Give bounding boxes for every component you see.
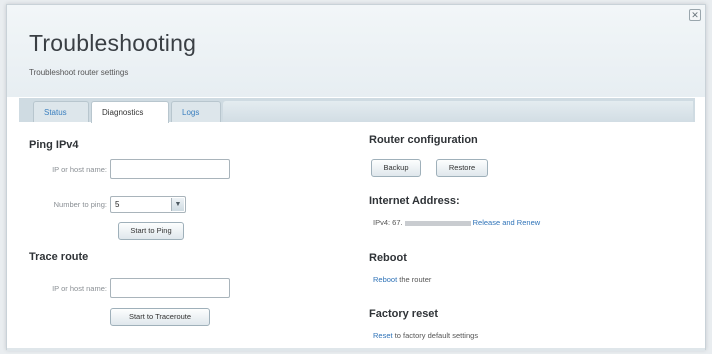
page-subtitle: Troubleshoot router settings: [29, 68, 129, 77]
ping-count-label: Number to ping:: [53, 200, 107, 209]
trace-host-input[interactable]: [110, 278, 230, 298]
start-traceroute-button[interactable]: Start to Traceroute: [110, 308, 210, 326]
reboot-line: Reboot the router: [373, 275, 431, 284]
tab-diagnostics[interactable]: Diagnostics: [91, 101, 169, 123]
start-ping-button[interactable]: Start to Ping: [118, 222, 184, 240]
tab-status[interactable]: Status: [33, 101, 89, 122]
ping-count-value: 5: [115, 200, 120, 209]
trace-host-label: IP or host name:: [52, 284, 107, 293]
trace-heading: Trace route: [29, 251, 89, 263]
release-renew-link[interactable]: Release and Renew: [473, 218, 541, 227]
redacted-ip-bar: [404, 220, 471, 226]
tab-bar: Status Diagnostics Logs: [19, 98, 695, 123]
internet-address-heading: Internet Address:: [369, 195, 460, 207]
factory-reset-heading: Factory reset: [369, 308, 439, 320]
ipv4-address-line: IPv4: 67. Release and Renew: [373, 218, 540, 227]
factory-reset-line: Reset to factory default settings: [373, 331, 478, 340]
diagnostics-panel: Ping IPv4 IP or host name: Number to pin…: [7, 122, 705, 351]
ping-host-input[interactable]: [110, 159, 230, 179]
ping-heading: Ping IPv4: [29, 139, 79, 151]
factory-reset-suffix: to factory default settings: [394, 331, 479, 340]
reboot-heading: Reboot: [369, 252, 407, 264]
restore-button[interactable]: Restore: [436, 159, 488, 177]
close-icon[interactable]: ✕: [689, 9, 701, 21]
bottom-divider: [7, 348, 705, 351]
ping-host-label: IP or host name:: [52, 165, 107, 174]
reboot-link[interactable]: Reboot: [373, 275, 397, 284]
chevron-down-icon[interactable]: ▼: [171, 198, 184, 211]
factory-reset-link[interactable]: Reset: [373, 331, 393, 340]
backup-button[interactable]: Backup: [371, 159, 421, 177]
ipv4-address-value: IPv4: 67.: [373, 218, 403, 227]
router-config-heading: Router configuration: [369, 134, 478, 146]
page-title: Troubleshooting: [29, 30, 197, 56]
page-header: ✕ Troubleshooting Troubleshoot router se…: [7, 5, 705, 97]
troubleshooting-window: ✕ Troubleshooting Troubleshoot router se…: [6, 4, 706, 351]
tab-logs[interactable]: Logs: [171, 101, 221, 122]
reboot-suffix: the router: [399, 275, 432, 284]
tab-bar-fill: [223, 101, 693, 122]
ping-count-select[interactable]: 5 ▼: [110, 196, 186, 213]
